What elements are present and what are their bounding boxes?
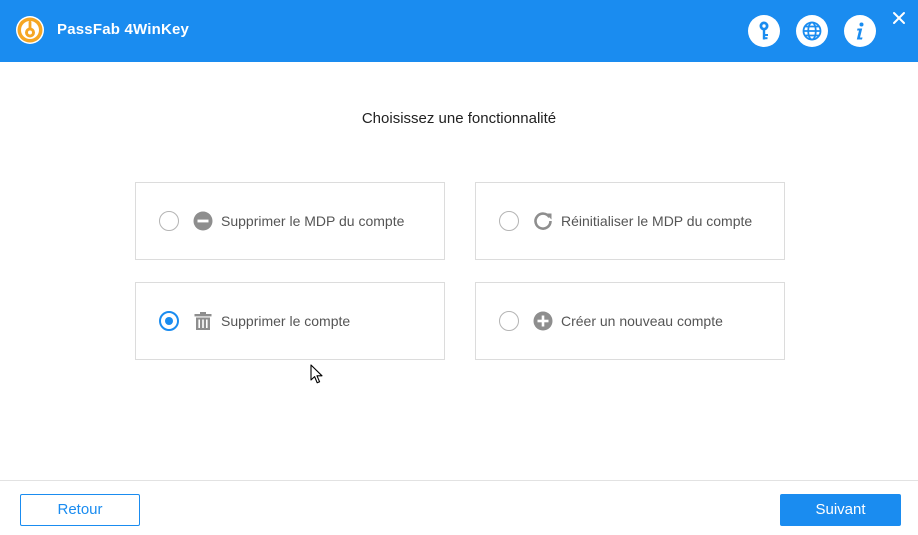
option-create-account[interactable]: Créer un nouveau compte [475,282,785,360]
option-delete-account[interactable]: Supprimer le compte [135,282,445,360]
option-label: Réinitialiser le MDP du compte [561,213,753,229]
option-label: Créer un nouveau compte [561,313,723,329]
radio-button[interactable] [159,211,179,231]
refresh-icon [533,211,553,231]
option-label: Supprimer le compte [221,313,351,329]
app-logo-icon [16,16,44,44]
app-title: PassFab 4WinKey [57,21,190,38]
globe-icon[interactable] [796,15,828,47]
option-label: Supprimer le MDP du compte [221,213,405,229]
next-button[interactable]: Suivant [780,494,901,526]
page-heading: Choisissez une fonctionnalité [361,110,557,127]
radio-button-selected[interactable] [159,311,179,331]
option-remove-password[interactable]: Supprimer le MDP du compte [135,182,445,260]
title-bar: PassFab 4WinKey [0,0,918,62]
footer-divider [0,480,918,481]
radio-button[interactable] [499,211,519,231]
key-icon[interactable] [748,15,780,47]
mouse-cursor-icon [310,364,324,385]
back-button[interactable]: Retour [20,494,140,526]
radio-button[interactable] [499,311,519,331]
minus-circle-icon [193,211,213,231]
plus-circle-icon [533,311,553,331]
close-icon[interactable] [889,8,909,28]
option-reset-password[interactable]: Réinitialiser le MDP du compte [475,182,785,260]
trash-icon [193,311,213,331]
info-icon[interactable] [844,15,876,47]
